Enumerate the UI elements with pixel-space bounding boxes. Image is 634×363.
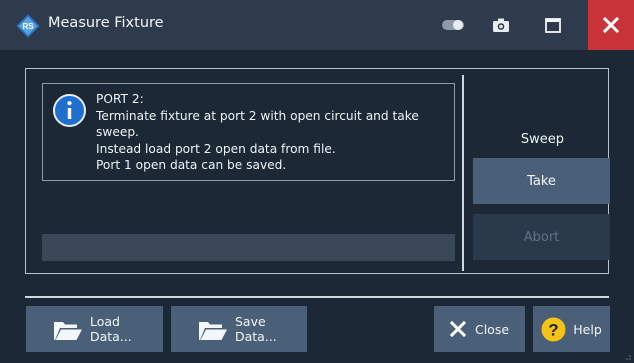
close-button[interactable]: Close bbox=[434, 306, 525, 352]
info-line: sweep. bbox=[96, 125, 139, 139]
svg-text:RS: RS bbox=[22, 22, 34, 31]
toggle-icon bbox=[442, 20, 464, 30]
folder-open-icon bbox=[54, 322, 82, 340]
sweep-progress-bar bbox=[42, 234, 455, 261]
sweep-label: Sweep bbox=[520, 132, 565, 147]
window-close-button[interactable] bbox=[588, 0, 634, 50]
footer-divider bbox=[25, 296, 609, 298]
info-message-box: PORT 2: Terminate fixture at port 2 with… bbox=[42, 83, 455, 181]
measure-panel: PORT 2: Terminate fixture at port 2 with… bbox=[25, 68, 610, 274]
save-data-button[interactable]: Save Data... bbox=[171, 306, 307, 352]
info-message-text: PORT 2: Terminate fixture at port 2 with… bbox=[96, 91, 451, 174]
close-icon bbox=[603, 17, 619, 33]
info-line: Instead load port 2 open data from file. bbox=[96, 141, 336, 156]
help-button[interactable]: ? Help bbox=[533, 306, 610, 352]
folder-open-icon bbox=[199, 322, 227, 340]
maximize-icon bbox=[545, 17, 561, 33]
info-line: PORT 2: bbox=[96, 92, 144, 106]
load-data-button[interactable]: Load Data... bbox=[26, 306, 163, 352]
camera-icon bbox=[493, 18, 509, 32]
abort-button[interactable]: Abort bbox=[473, 214, 610, 260]
help-icon: ? bbox=[541, 317, 566, 341]
svg-text:?: ? bbox=[549, 320, 559, 339]
help-label: Help bbox=[573, 321, 602, 337]
load-data-label: Load Data... bbox=[90, 314, 132, 344]
info-line: Port 1 open data can be saved. bbox=[96, 158, 287, 172]
info-icon bbox=[53, 94, 86, 127]
save-label-line2: Data... bbox=[235, 329, 277, 344]
vertical-divider bbox=[462, 75, 464, 271]
window-title: Measure Fixture bbox=[48, 15, 164, 31]
maximize-button[interactable] bbox=[536, 10, 570, 40]
screenshot-button[interactable] bbox=[484, 10, 518, 40]
close-label: Close bbox=[474, 321, 510, 337]
save-label-line1: Save bbox=[235, 314, 266, 329]
toggle-button[interactable] bbox=[436, 10, 470, 40]
load-label-line1: Load bbox=[90, 314, 120, 329]
resize-grip-icon[interactable] bbox=[623, 352, 631, 360]
save-data-label: Save Data... bbox=[235, 314, 277, 344]
info-line: Terminate fixture at port 2 with open ci… bbox=[96, 108, 419, 123]
close-x-icon bbox=[449, 321, 466, 337]
rohde-schwarz-logo-icon: RS bbox=[16, 14, 40, 38]
load-label-line2: Data... bbox=[90, 329, 132, 344]
title-bar: RS Measure Fixture bbox=[0, 0, 634, 50]
take-button[interactable]: Take bbox=[473, 158, 610, 204]
